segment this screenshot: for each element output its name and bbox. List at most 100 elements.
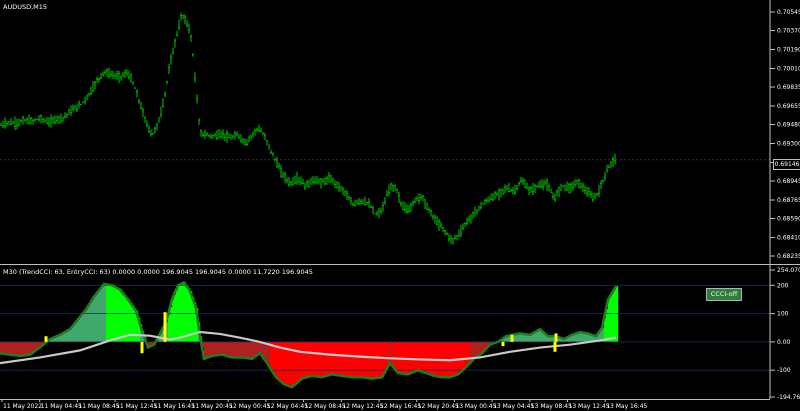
cci-histogram-bar [174,294,177,342]
cci-histogram-bar [310,341,313,377]
cci-histogram-bar [218,341,221,356]
cci-histogram-bar [22,341,25,356]
cci-histogram-bar [8,341,11,355]
cci-histogram-bar [176,290,179,342]
time-tick-label: 11 May 2022 [3,403,42,410]
signal-bar [44,336,48,342]
cci-histogram-bar [326,341,329,377]
time-tick-label: 12 May 20:45 [418,403,459,410]
cci-histogram-bar [362,341,365,378]
cci-histogram-bar [350,341,353,377]
cci-histogram-bar [536,331,539,342]
time-tick-label: 11 May 12:45 [116,403,157,410]
time-tick-label: 11 May 16:45 [154,403,195,410]
signal-bar [554,333,558,342]
cci-histogram-bar [398,341,401,374]
cci-histogram-bar [82,314,85,342]
cci-histogram-bar [98,291,101,342]
cci-histogram-bar [248,341,251,359]
cci-histogram-bar [222,341,225,355]
cci-histogram-bar [292,341,295,388]
time-tick-label: 13 May 16:45 [606,403,647,410]
cci-histogram-bar [12,341,15,355]
price-axis: 0.70545 0.70370 0.70190 0.70010 0.69835 0.696… [770,9,800,260]
indicator-tick-label: -194.7678 [777,394,800,401]
cci-histogram-bar [210,341,213,357]
cci-histogram-bar [414,341,417,372]
cci-histogram-bar [354,341,357,378]
cci-histogram-bar [68,330,71,342]
cci-histogram-bar [462,341,465,371]
cci-histogram-bar [464,341,467,370]
signal-bar [510,334,514,342]
cci-histogram-bar [346,341,349,377]
cci-histogram-bar [14,341,17,356]
time-tick-label: 12 May 12:45 [342,403,383,410]
cci-histogram-bar [170,306,173,342]
cci-histogram-bar [180,284,183,342]
time-tick-label: 12 May 04:45 [267,403,308,410]
cci-histogram-bar [294,341,297,386]
cci-histogram-bar [114,286,117,342]
cci-histogram-bar [102,286,105,342]
cci-histogram-bar [116,287,119,342]
signal-bar [553,341,557,352]
cci-histogram-bar [422,341,425,372]
cci-histogram-bar [234,341,237,358]
cci-histogram-bar [240,341,243,358]
time-tick-label: 13 May 12:45 [569,403,610,410]
cci-histogram-bar [66,331,69,342]
cci-histogram-bar [356,341,359,378]
cci-histogram-bar [418,341,421,371]
time-tick-label: 12 May 16:45 [380,403,421,410]
cci-histogram-bar [412,341,415,373]
cci-histogram-bar [20,341,23,357]
time-axis: 11 May 202211 May 04:4511 May 08:4511 Ma… [1,399,648,410]
cci-histogram-bar [298,341,301,383]
price-chart[interactable]: 0.70545 0.70370 0.70190 0.70010 0.69835 0.696… [0,0,800,265]
cci-histogram-bar [616,286,619,342]
cci-histogram-bar [220,341,223,355]
cci-histogram-bar [70,329,73,342]
cci-histogram-bar [392,341,395,366]
cci-histogram-bar [318,341,321,377]
indicator-tick-label: 200 [777,282,789,289]
cci-histogram-bar [132,305,135,342]
cci-histogram-bar [324,341,327,377]
signal-bar [163,312,167,342]
cci-histogram-bar [416,341,419,372]
cci-toggle-button[interactable]: CCCI-off [706,288,742,301]
cci-histogram-bar [80,316,83,342]
cci-histogram-bar [368,341,371,379]
cci-histogram-bar [6,341,9,355]
cci-histogram-bar [230,341,233,357]
cci-histogram-bar [300,341,303,381]
cci-histogram-bar [320,341,323,377]
cci-histogram-bar [342,341,345,376]
cci-histogram-bar [206,341,209,359]
cci-histogram-bar [460,341,463,373]
cci-histogram-bar [610,296,613,342]
time-tick-label: 13 May 08:45 [531,403,572,410]
price-tick-label: 0.70190 [777,46,800,53]
time-tick-label: 11 May 20:45 [192,403,233,410]
cci-histogram-bar [410,341,413,374]
cci-histogram-bar [466,341,469,368]
cci-histogram-bar [88,306,91,342]
cci-histogram-bar [390,341,393,364]
cci-histogram-bar [84,311,87,342]
cci-histogram-bar [172,299,175,342]
cci-histogram-bar [518,333,521,342]
cci-histogram-bar [576,333,579,342]
cci-histogram-bar [92,299,95,342]
cci-histogram-bar [242,341,245,358]
time-tick-label: 12 May 00:45 [229,403,270,410]
cci-histogram-bar [250,341,253,359]
cci-histogram-bar [332,341,335,375]
indicator-chart[interactable]: 254.0706 200 100 0.00 -100 -194.7678 11 May 2… [0,265,800,411]
cci-histogram-bar [122,292,125,342]
cci-histogram-bar [396,341,399,371]
price-tick-label: 0.69835 [777,84,800,91]
cci-histogram-bar [290,341,293,387]
cci-histogram-bar [90,302,93,342]
